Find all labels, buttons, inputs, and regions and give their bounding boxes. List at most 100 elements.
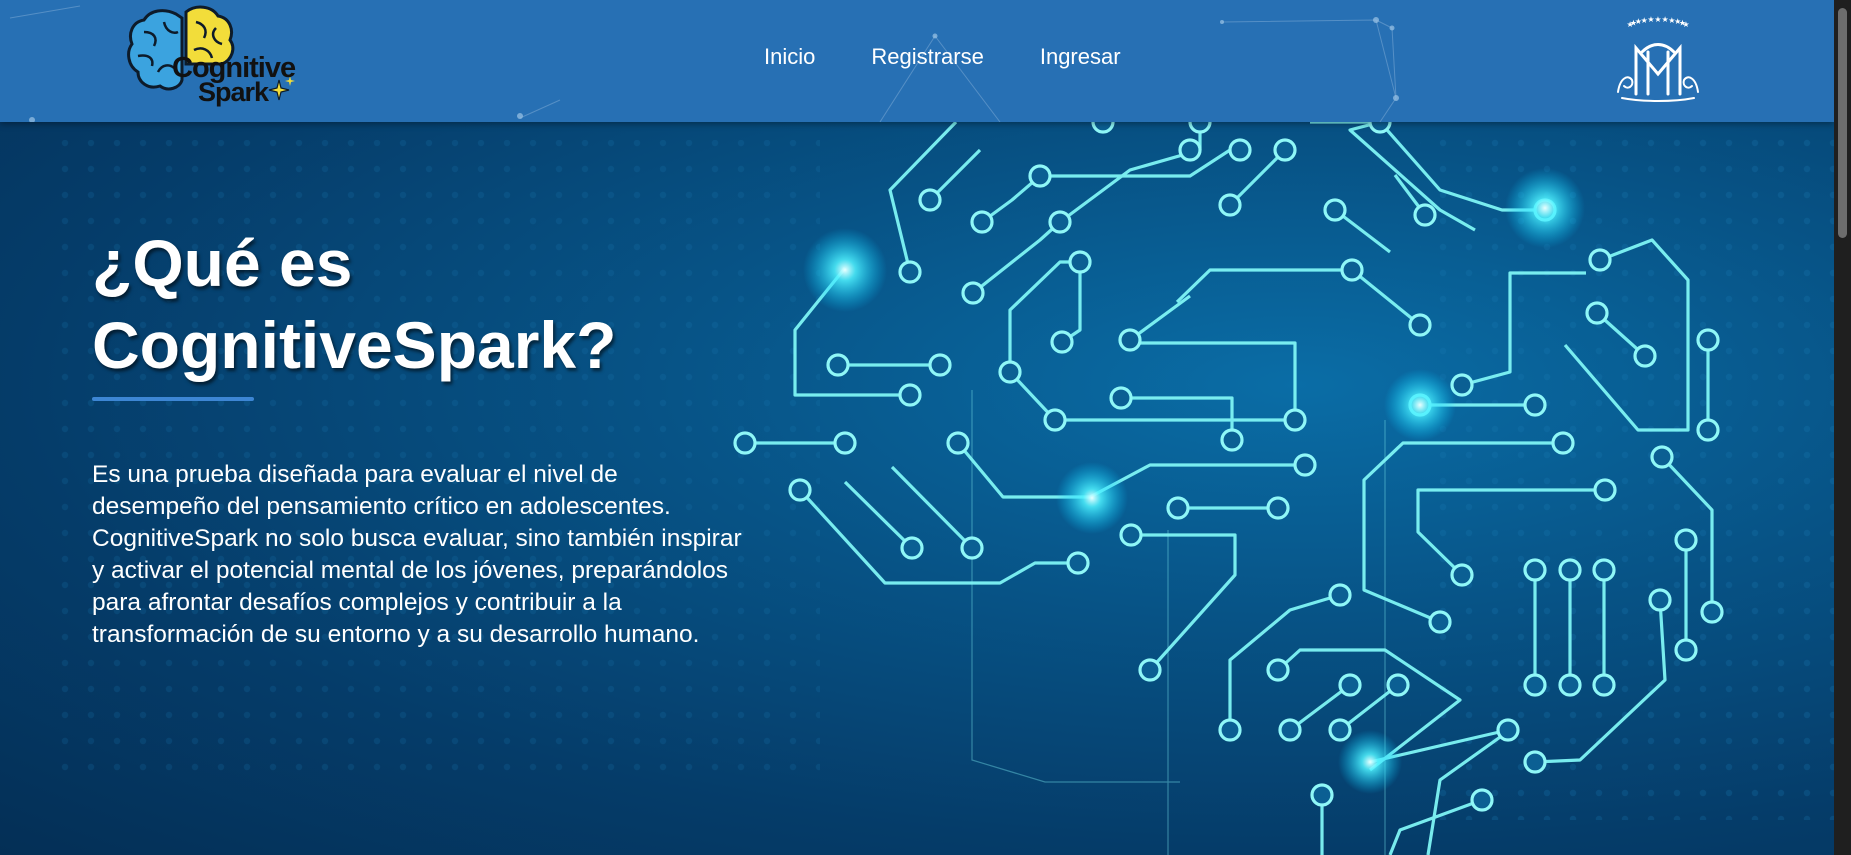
- circuit-node: [1310, 783, 1334, 807]
- nav-link-ingresar[interactable]: Ingresar: [1040, 44, 1121, 70]
- circuit-node: [898, 260, 922, 284]
- circuit-node: [1119, 523, 1143, 547]
- circuit-node: [1266, 658, 1290, 682]
- circuit-trace: [956, 441, 1305, 499]
- circuit-node: [1588, 248, 1612, 272]
- circuit-glow: [803, 228, 887, 312]
- circuit-node: [1138, 658, 1162, 682]
- circuit-node: [1633, 344, 1657, 368]
- circuit-node: [1551, 431, 1575, 455]
- circuit-node: [1413, 203, 1437, 227]
- circuit-node: [1470, 788, 1494, 812]
- circuit-node: [961, 281, 985, 305]
- page-scrollbar[interactable]: [1834, 0, 1851, 855]
- title-underline: [92, 397, 254, 401]
- circuit-node: [1592, 558, 1616, 582]
- circuit-node: [1340, 258, 1364, 282]
- circuit-node: [1118, 328, 1142, 352]
- circuit-node: [1450, 563, 1474, 587]
- circuit-node: [1220, 428, 1244, 452]
- circuit-node: [1068, 250, 1092, 274]
- circuit-node: [733, 431, 757, 455]
- crest-star-icon: ★: [1682, 20, 1689, 29]
- circuit-node: [898, 383, 922, 407]
- circuit-node: [1266, 496, 1290, 520]
- circuit-node: [1674, 638, 1698, 662]
- circuit-node: [1650, 445, 1674, 469]
- circuit-trace: [843, 480, 914, 550]
- crest-monogram-icon: ★★★★ ★ ★ ★ ★★★★: [1617, 15, 1699, 102]
- circuit-trace: [798, 488, 1078, 585]
- circuit-node: [1450, 373, 1474, 397]
- circuit-node: [1523, 393, 1547, 417]
- circuit-node: [1109, 386, 1133, 410]
- nav-links: Inicio Registrarse Ingresar: [764, 44, 1121, 70]
- circuit-node: [928, 353, 952, 377]
- circuit-node: [1043, 408, 1067, 432]
- circuit-trace: [1133, 341, 1297, 420]
- circuit-node: [1328, 718, 1352, 742]
- hero-title: ¿Qué es CognitiveSpark?: [92, 226, 617, 382]
- circuit-node: [1592, 673, 1616, 697]
- circuit-node: [1278, 718, 1302, 742]
- circuit-glow: [1338, 730, 1402, 794]
- circuit-node: [1166, 496, 1190, 520]
- circuit-node: [1428, 610, 1452, 634]
- circuit-brain-background: [60, 110, 1840, 855]
- hero-description: Es una prueba diseñada para evaluar el n…: [92, 461, 742, 648]
- circuit-node: [1648, 588, 1672, 612]
- circuit-node: [1323, 198, 1347, 222]
- circuit-node: [788, 478, 812, 502]
- circuit-node: [1674, 528, 1698, 552]
- circuit-node: [1523, 673, 1547, 697]
- circuit-node: [1496, 718, 1520, 742]
- page: Cognitive Spark Inicio Registrarse Ingre…: [0, 0, 1851, 855]
- circuit-node: [998, 360, 1022, 384]
- scrollbar-thumb[interactable]: [1838, 8, 1847, 238]
- navbar: Cognitive Spark Inicio Registrarse Ingre…: [0, 0, 1834, 122]
- circuit-node: [1523, 750, 1547, 774]
- circuit-glow: [1384, 369, 1456, 441]
- circuit-node: [1585, 301, 1609, 325]
- circuit-node: [970, 210, 994, 234]
- circuit-node: [1050, 330, 1074, 354]
- circuit-node: [1048, 210, 1072, 234]
- circuit-node: [946, 431, 970, 455]
- circuit-node: [1028, 164, 1052, 188]
- circuit-node: [1293, 453, 1317, 477]
- circuit-node: [1558, 558, 1582, 582]
- cognitive-spark-logo[interactable]: Cognitive Spark: [124, 2, 304, 112]
- circuit-node: [1228, 138, 1252, 162]
- circuit-node: [1558, 673, 1582, 697]
- circuit-node: [1700, 600, 1724, 624]
- circuit-trace: [1175, 268, 1422, 327]
- circuit-node: [826, 353, 850, 377]
- circuit-node: [1523, 558, 1547, 582]
- circuit-node: [1696, 328, 1720, 352]
- crest-star-icon: ★: [1654, 15, 1661, 24]
- logo-text-line2: Spark: [198, 77, 269, 107]
- circuit-node: [918, 188, 942, 212]
- circuit-node: [1408, 313, 1432, 337]
- circuit-glow: [1056, 462, 1128, 534]
- circuit-node: [1386, 673, 1410, 697]
- circuit-node: [1328, 583, 1352, 607]
- circuit-node: [960, 536, 984, 560]
- nav-link-registrarse[interactable]: Registrarse: [871, 44, 983, 70]
- circuit-node: [1218, 193, 1242, 217]
- circuit-node: [1338, 673, 1362, 697]
- circuit-node: [1066, 551, 1090, 575]
- circuit-node: [1593, 478, 1617, 502]
- circuit-node: [1696, 418, 1720, 442]
- circuit-node: [1178, 138, 1202, 162]
- circuit-node: [900, 536, 924, 560]
- circuit-trace: [890, 465, 974, 550]
- circuit-node: [833, 431, 857, 455]
- circuit-glow: [1505, 168, 1585, 248]
- circuit-trace: [1061, 262, 1082, 344]
- circuit-node: [1218, 718, 1242, 742]
- circuit-node: [1273, 138, 1297, 162]
- circuit-node: [1283, 408, 1307, 432]
- crest-star-icon: ★: [1647, 15, 1654, 24]
- nav-link-inicio[interactable]: Inicio: [764, 44, 815, 70]
